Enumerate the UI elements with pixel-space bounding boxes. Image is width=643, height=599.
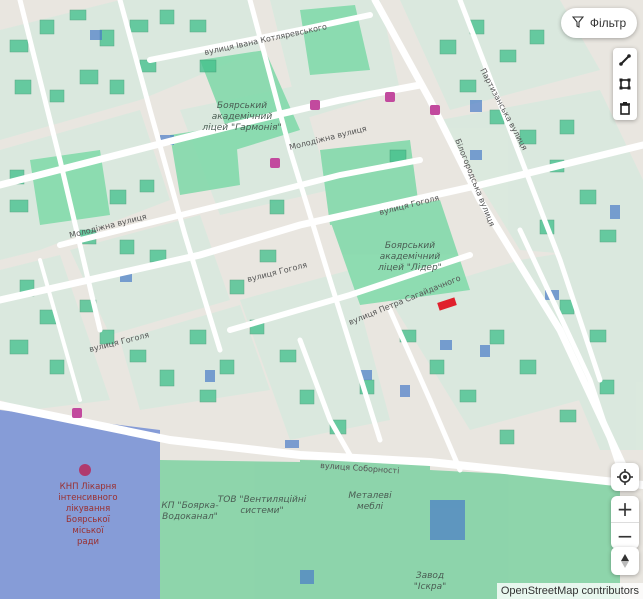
zoom-in-button[interactable]: + <box>611 496 639 522</box>
filter-button[interactable]: Фільтр <box>561 8 637 38</box>
place-label: КП "Боярка-Водоканал" <box>161 501 218 522</box>
compass-button[interactable] <box>611 547 639 575</box>
hospital-marker[interactable] <box>79 464 91 476</box>
filter-icon <box>571 15 585 31</box>
filter-label: Фільтр <box>589 16 627 30</box>
compass-icon <box>621 554 629 568</box>
trash-icon <box>620 102 630 115</box>
polygon-icon <box>619 78 631 90</box>
draw-polygon-button[interactable] <box>613 72 637 96</box>
geolocate-button[interactable] <box>611 463 639 491</box>
place-label: Боярський академічний ліцей "Лідер" <box>377 241 442 273</box>
map-attribution[interactable]: OpenStreetMap contributors <box>496 583 643 599</box>
draw-toolbar <box>613 48 637 120</box>
crosshair-icon <box>617 469 633 485</box>
industrial-areas <box>160 460 620 599</box>
draw-line-button[interactable] <box>613 48 637 72</box>
zoom-control: + − <box>611 496 639 549</box>
place-label: Завод "Іскра" <box>414 571 447 592</box>
map-canvas[interactable]: вулиця Івана Котляревського Молодіжна ву… <box>0 0 643 599</box>
line-icon <box>619 54 631 66</box>
delete-button[interactable] <box>613 96 637 120</box>
zoom-out-button[interactable]: − <box>611 523 639 549</box>
